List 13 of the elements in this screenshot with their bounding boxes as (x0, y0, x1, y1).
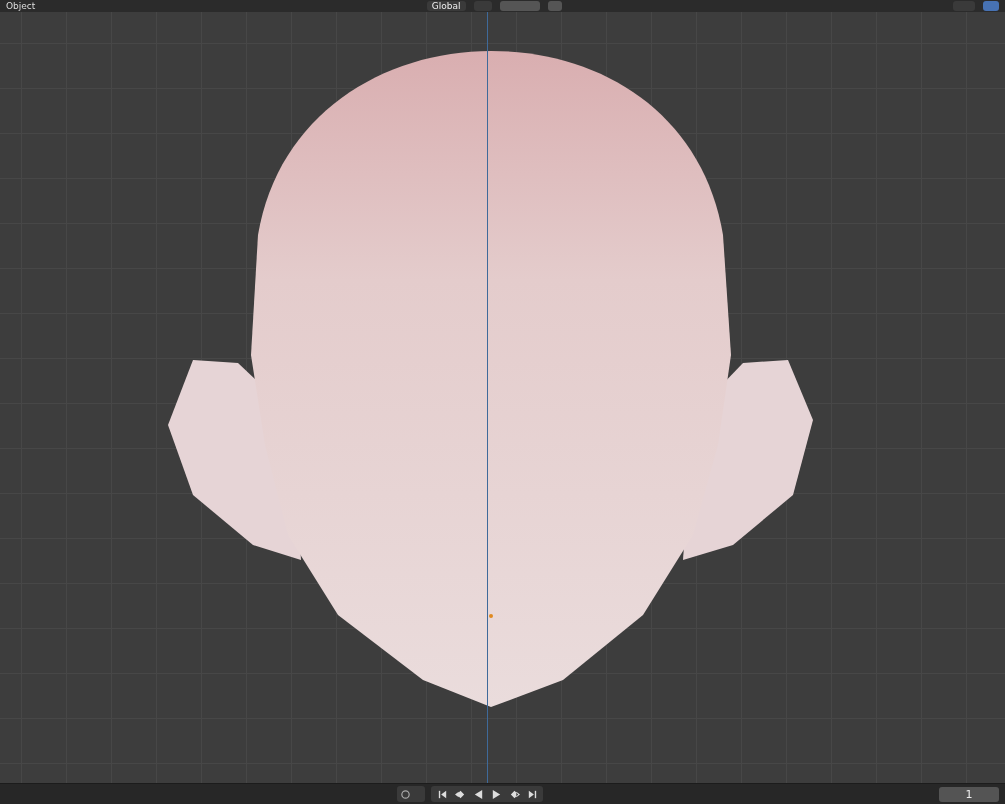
diamond-left-icon (454, 788, 466, 800)
keyframe-record-toggle[interactable] (397, 786, 425, 802)
current-frame-field[interactable]: 1 (939, 786, 999, 802)
play-icon (490, 788, 502, 800)
skip-end-icon (526, 788, 538, 800)
3d-viewport[interactable] (0, 12, 1005, 783)
mode-label[interactable]: Object (6, 0, 36, 12)
play-reverse-icon (472, 788, 484, 800)
orientation-dropdown[interactable]: Global (426, 1, 466, 11)
circle-icon (400, 788, 411, 800)
overlay-toggle[interactable] (983, 1, 999, 11)
diamond-right-icon (508, 788, 520, 800)
skip-start-icon (436, 788, 448, 800)
